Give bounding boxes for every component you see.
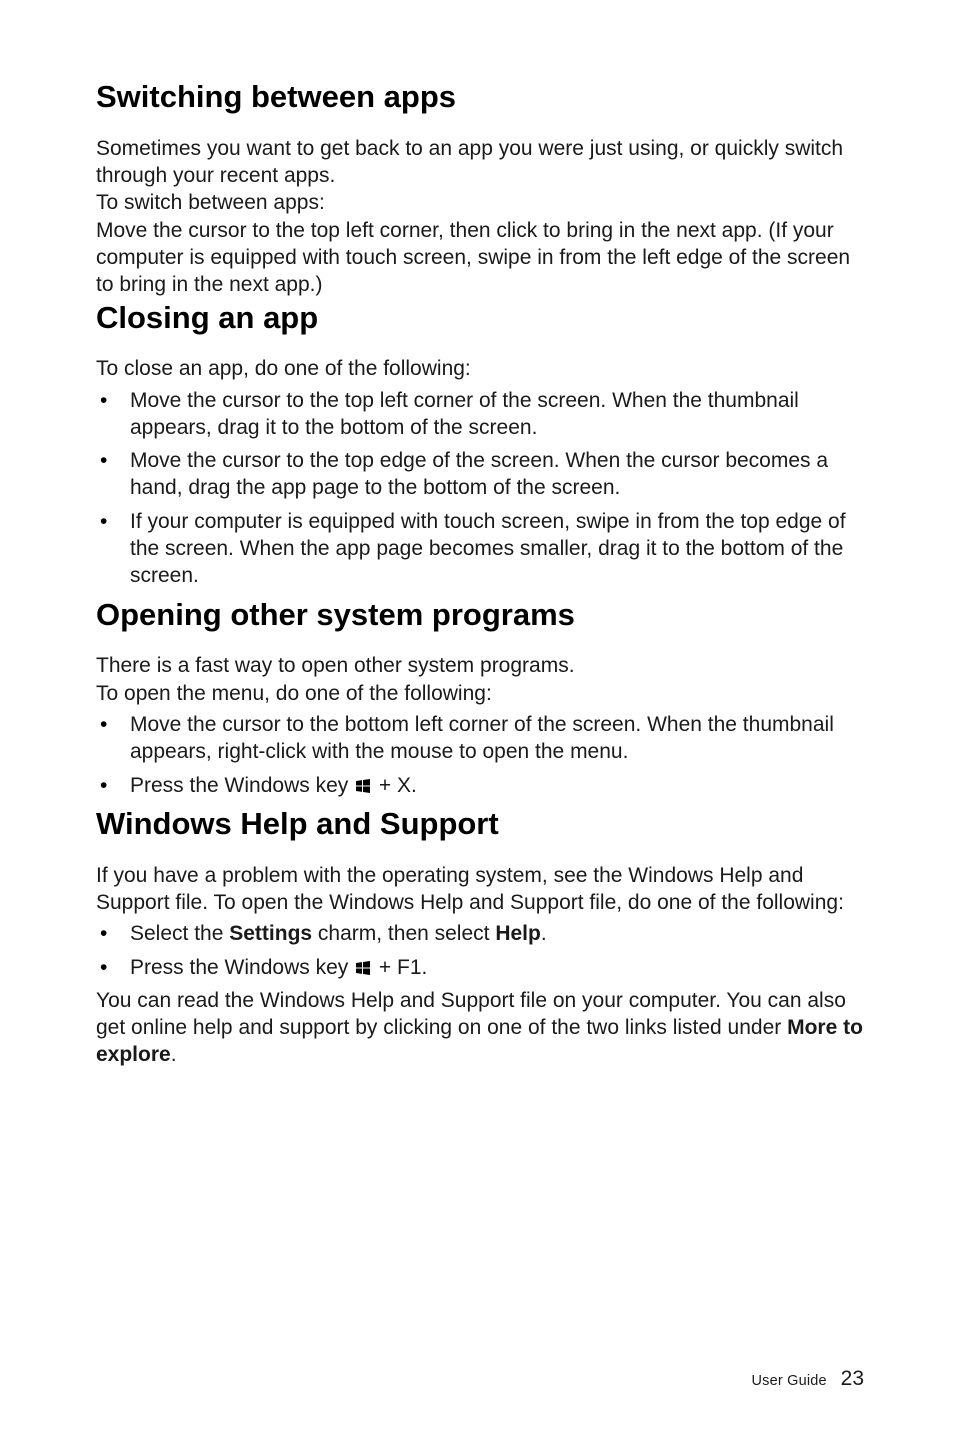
footer-label: User Guide xyxy=(751,1373,826,1389)
paragraph: There is a fast way to open other system… xyxy=(96,652,864,679)
text-run: + F1. xyxy=(373,956,427,979)
windows-key-icon xyxy=(356,961,370,975)
windows-key-icon xyxy=(356,779,370,793)
paragraph: You can read the Windows Help and Suppor… xyxy=(96,987,864,1069)
list-item: Press the Windows key + X. xyxy=(96,772,864,799)
text-run: You can read the Windows Help and Suppor… xyxy=(96,989,846,1039)
text-run: + X. xyxy=(373,774,417,797)
paragraph: If you have a problem with the operating… xyxy=(96,862,864,917)
body-closing-app: To close an app, do one of the following… xyxy=(96,355,864,589)
text-run: . xyxy=(171,1043,177,1066)
body-opening-programs: There is a fast way to open other system… xyxy=(96,652,864,798)
list-item: Move the cursor to the bottom left corne… xyxy=(96,711,864,766)
body-switching-apps: Sometimes you want to get back to an app… xyxy=(96,135,864,299)
document-page: Switching between apps Sometimes you wan… xyxy=(0,0,954,1452)
bullet-list: Move the cursor to the top left corner o… xyxy=(96,387,864,590)
list-item: Move the cursor to the top left corner o… xyxy=(96,387,864,442)
text-run: . xyxy=(541,922,547,945)
bullet-list: Move the cursor to the bottom left corne… xyxy=(96,711,864,799)
list-item: Select the Settings charm, then select H… xyxy=(96,920,864,947)
heading-help-support: Windows Help and Support xyxy=(96,805,864,844)
heading-opening-programs: Opening other system programs xyxy=(96,596,864,635)
list-item: Move the cursor to the top edge of the s… xyxy=(96,447,864,502)
list-item: If your computer is equipped with touch … xyxy=(96,508,864,590)
heading-switching-apps: Switching between apps xyxy=(96,78,864,117)
bold-term: Help xyxy=(495,922,541,945)
text-run: Press the Windows key xyxy=(130,956,354,979)
paragraph: Move the cursor to the top left corner, … xyxy=(96,217,864,299)
paragraph: Sometimes you want to get back to an app… xyxy=(96,135,864,190)
text-run: Press the Windows key xyxy=(130,774,354,797)
list-item: Press the Windows key + F1. xyxy=(96,954,864,981)
paragraph: To open the menu, do one of the followin… xyxy=(96,680,864,707)
bullet-list: Select the Settings charm, then select H… xyxy=(96,920,864,981)
paragraph: To switch between apps: xyxy=(96,189,864,216)
body-help-support: If you have a problem with the operating… xyxy=(96,862,864,1069)
page-number: 23 xyxy=(841,1367,864,1390)
bold-term: Settings xyxy=(229,922,312,945)
text-run: charm, then select xyxy=(312,922,495,945)
text-run: Select the xyxy=(130,922,229,945)
paragraph: To close an app, do one of the following… xyxy=(96,355,864,382)
heading-closing-app: Closing an app xyxy=(96,299,864,338)
page-footer: User Guide 23 xyxy=(751,1365,864,1392)
